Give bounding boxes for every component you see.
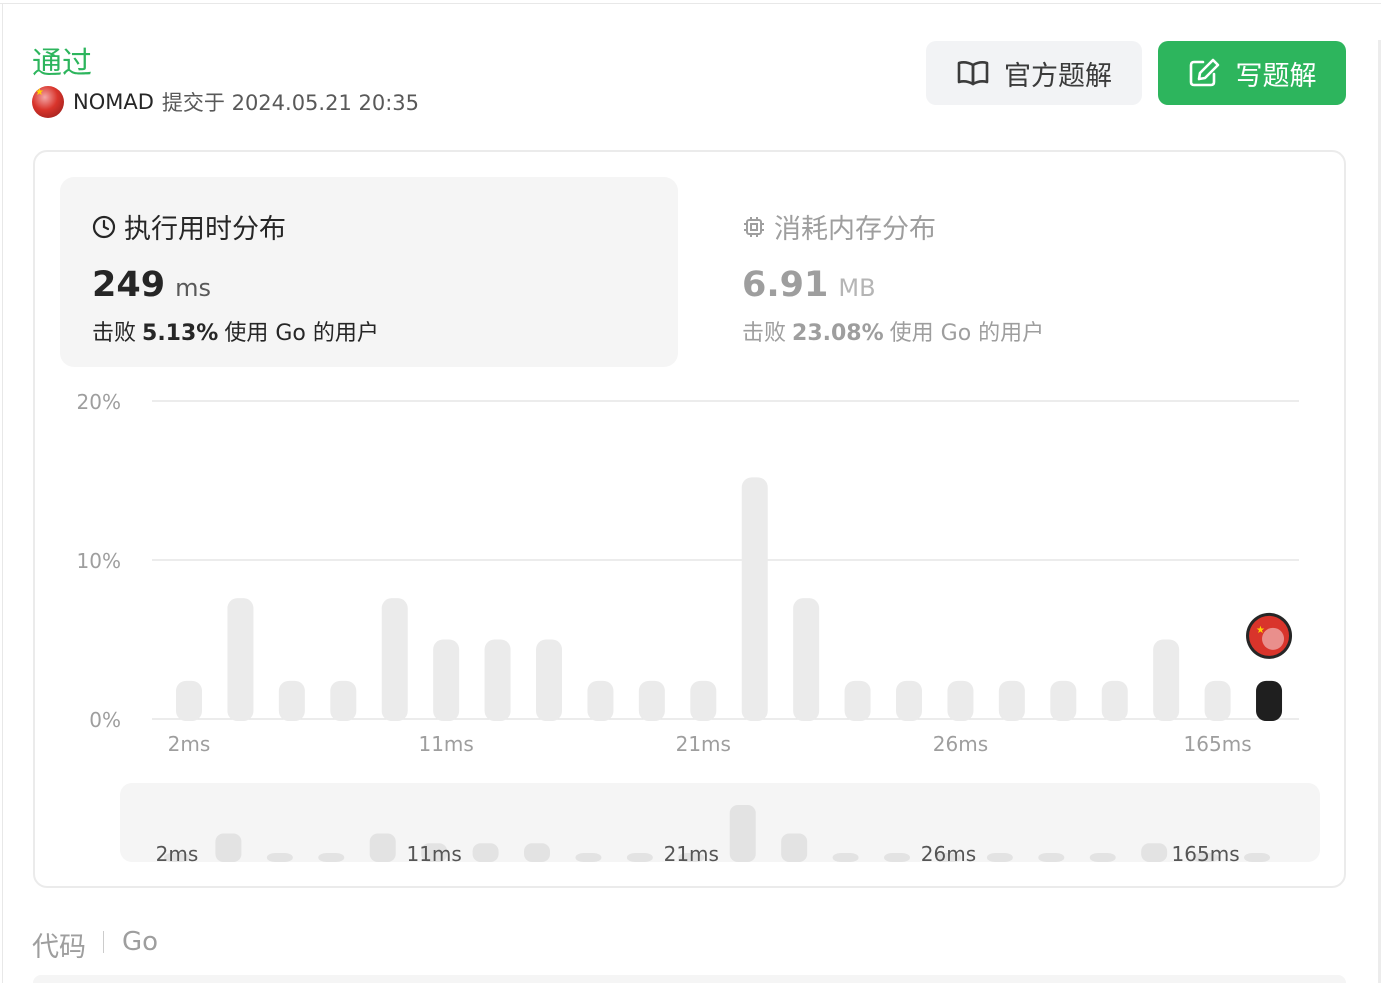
bar[interactable]: [278, 680, 305, 721]
y-tick-label: 20%: [77, 390, 121, 414]
y-tick-label: 10%: [77, 549, 121, 573]
navigator-bar: [575, 853, 602, 862]
code-block: [33, 975, 1346, 983]
navigator-bar: [1089, 853, 1116, 862]
x-tick-label: 2ms: [168, 732, 211, 756]
bar[interactable]: [1204, 680, 1231, 721]
bar[interactable]: [638, 680, 665, 721]
navigator-tick-label: 26ms: [921, 842, 976, 866]
navigator-bar: [266, 853, 293, 862]
bar[interactable]: [433, 639, 460, 722]
bar[interactable]: [741, 477, 768, 721]
navigator-bar: [318, 853, 345, 862]
navigator-tick-label: 11ms: [406, 842, 461, 866]
navigator-bar: [884, 853, 911, 862]
bar[interactable]: [690, 680, 717, 721]
navigator-bar: [729, 805, 756, 862]
navigator-bar: [986, 853, 1013, 862]
bar[interactable]: [381, 598, 408, 721]
navigator-bar: [626, 853, 653, 862]
bar[interactable]: [998, 680, 1025, 721]
bar[interactable]: [1153, 639, 1180, 722]
bar[interactable]: [484, 639, 511, 722]
x-tick-label: 11ms: [418, 732, 473, 756]
navigator-tick-label: 21ms: [664, 842, 719, 866]
y-tick-label: 0%: [89, 708, 121, 732]
bar[interactable]: [330, 680, 357, 721]
range-navigator[interactable]: [120, 783, 1320, 862]
navigator-bar: [1244, 853, 1271, 862]
navigator-bar: [215, 833, 242, 862]
bar[interactable]: [896, 680, 923, 721]
navigator-bar: [472, 843, 499, 862]
code-language: Go: [122, 927, 159, 957]
navigator-bar: [832, 853, 859, 862]
navigator-bar: [1141, 843, 1168, 862]
x-tick-label: 165ms: [1184, 732, 1252, 756]
navigator-bar: [524, 843, 551, 862]
bar[interactable]: [176, 680, 202, 721]
runtime-distribution-chart: 20% 10% 0% 2ms 11ms 21ms 26ms 165ms ★ 2ms 11ms 21ms…: [77, 390, 1320, 866]
bar[interactable]: [1101, 680, 1128, 721]
bar[interactable]: [1050, 680, 1077, 721]
bar[interactable]: [536, 639, 563, 722]
navigator-tick-label: 2ms: [156, 842, 199, 866]
star-icon: ★: [1256, 625, 1265, 636]
code-section-title: 代码: [32, 932, 86, 963]
bar[interactable]: [947, 680, 974, 721]
code-divider: [103, 931, 104, 953]
bar[interactable]: [793, 598, 820, 721]
avatar-marker-face: [1262, 627, 1285, 650]
bar[interactable]: [227, 598, 254, 721]
navigator-tick-label: 165ms: [1172, 842, 1240, 866]
x-tick-label: 26ms: [933, 732, 988, 756]
navigator-bar: [781, 833, 808, 862]
bar[interactable]: [587, 680, 614, 721]
navigator-bar: [369, 833, 396, 862]
navigator-bar: [1038, 853, 1065, 862]
bar-current[interactable]: [1256, 680, 1283, 721]
bar[interactable]: [844, 680, 871, 721]
x-tick-label: 21ms: [676, 732, 731, 756]
